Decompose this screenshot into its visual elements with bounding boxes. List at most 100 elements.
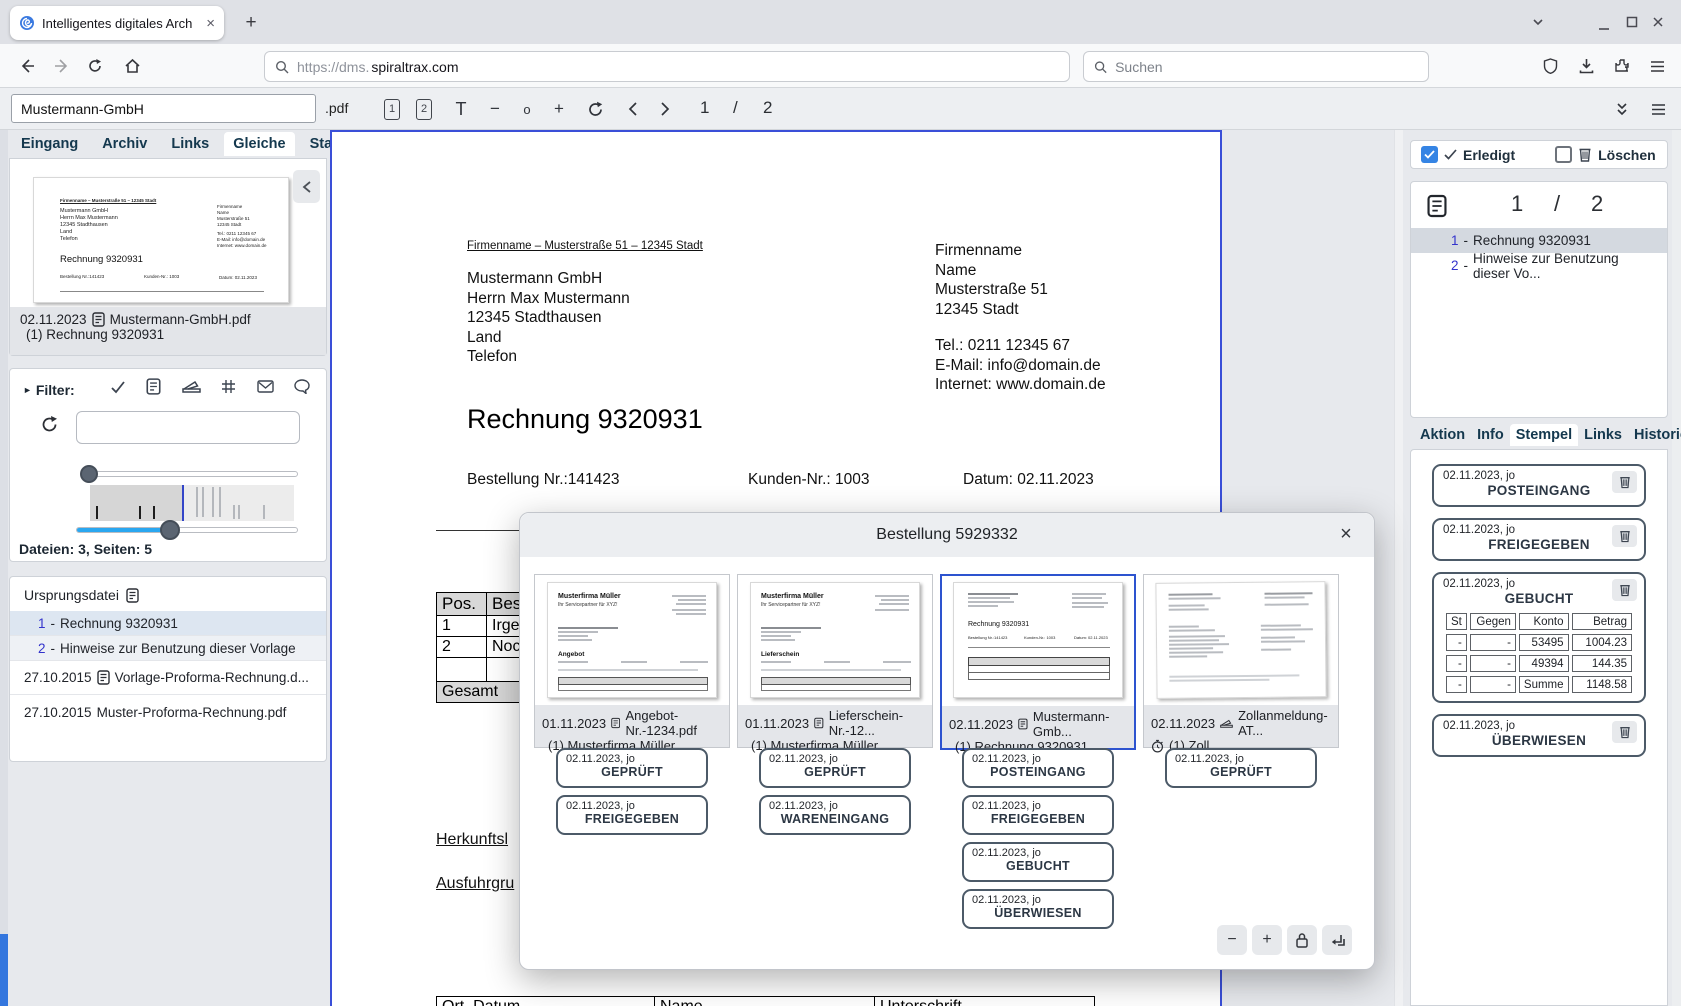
page-row-2[interactable]: 2 - Hinweise zur Benutzung dieser Vo... (1411, 253, 1667, 278)
stamp-geprueft[interactable]: 02.11.2023, jo GEPRÜFT (759, 748, 911, 788)
viewer-menu-icon[interactable] (1644, 95, 1672, 123)
menu-icon[interactable] (1644, 53, 1670, 79)
forward-button[interactable] (49, 53, 75, 79)
rotate-icon[interactable] (581, 95, 609, 123)
right-sidebar-tabs: Aktion Info Stempel Links Historie (1414, 424, 1666, 446)
filter-text-input[interactable] (76, 411, 300, 444)
home-button[interactable] (119, 53, 145, 79)
stamp-delete-button[interactable] (1612, 525, 1637, 547)
stamp-ueberwiesen[interactable]: 02.11.2023, jo ÜBERWIESEN (1432, 714, 1646, 757)
zoom-in-button[interactable]: + (545, 95, 573, 123)
zoom-slider-handle[interactable] (160, 520, 180, 540)
source-page-row-1[interactable]: 1 - Rechnung 9320931 (10, 611, 326, 636)
right-scrollbar[interactable] (1672, 130, 1681, 1006)
linked-doc-card-lieferschein[interactable]: Musterfirma Müller Ihr Servicepartner fü… (737, 574, 933, 748)
range-slider-handle[interactable] (80, 465, 98, 483)
check-icon[interactable] (110, 380, 126, 394)
stamp-delete-button[interactable] (1612, 471, 1637, 493)
next-page-icon[interactable] (651, 95, 679, 123)
stamp-delete-button[interactable] (1612, 579, 1637, 601)
thumb-date: Datum: 02.11.2023 (219, 275, 257, 280)
linked-doc-card-zoll[interactable]: 02.11.2023 Zollanmeldung-AT... (1) Zoll (1143, 574, 1339, 748)
stamp-ueberwiesen[interactable]: 02.11.2023, jo ÜBERWIESEN (962, 889, 1114, 929)
tab-links[interactable]: Links (162, 132, 218, 156)
lock-button[interactable] (1287, 925, 1317, 955)
stamp-freigegeben[interactable]: 02.11.2023, jo FREIGEGEBEN (556, 795, 708, 835)
delete-checkbox[interactable] (1555, 146, 1572, 163)
envelope-icon[interactable] (257, 380, 274, 393)
document-thumbnail[interactable]: Firmenname – Musterstraße 51 – 12345 Sta… (33, 177, 289, 303)
source-page-row-2[interactable]: 2 - Hinweise zur Benutzung dieser Vorlag… (10, 636, 326, 661)
comment-icon[interactable] (294, 379, 310, 394)
file-extension-label: .pdf (325, 100, 348, 116)
thumbnail-placeholder-lines (875, 595, 909, 613)
zoom-reset-button[interactable]: o (513, 95, 541, 123)
back-button[interactable] (14, 53, 40, 79)
tab-gleiche[interactable]: Gleiche (224, 132, 294, 156)
tab-links[interactable]: Links (1578, 424, 1628, 446)
stamp-gebucht[interactable]: 02.11.2023, jo GEBUCHT (962, 842, 1114, 882)
source-file-row-1[interactable]: 27.10.2015 Vorlage-Proforma-Rechnung.d..… (10, 661, 326, 695)
reload-button[interactable] (82, 53, 108, 79)
scanner-icon[interactable] (182, 379, 201, 394)
stamp-freigegeben[interactable]: 02.11.2023, jo FREIGEGEBEN (1432, 518, 1646, 561)
done-checkbox[interactable] (1421, 146, 1438, 163)
new-tab-button[interactable]: + (238, 10, 264, 36)
stamp-posteingang[interactable]: 02.11.2023, jo POSTEINGANG (1432, 464, 1646, 507)
single-page-view-button[interactable]: 1 (378, 95, 406, 123)
filter-expand-arrow[interactable]: ► (23, 385, 32, 395)
linked-doc-card-angebot[interactable]: Musterfirma Müller Ihr Servicepartner fü… (534, 574, 730, 748)
stamp-freigegeben[interactable]: 02.11.2023, jo FREIGEGEBEN (962, 795, 1114, 835)
download-icon[interactable] (1573, 53, 1599, 79)
prev-page-icon[interactable] (619, 95, 647, 123)
tab-info[interactable]: Info (1471, 424, 1510, 446)
range-slider-track[interactable] (86, 471, 298, 477)
stamp-geprueft[interactable]: 02.11.2023, jo GEPRÜFT (1165, 748, 1317, 788)
browser-nav-bar: https://dms.spiraltrax.com (0, 44, 1681, 88)
zoom-out-button[interactable]: − (481, 95, 509, 123)
left-scrollbar-thumb[interactable] (0, 934, 8, 1006)
shield-icon[interactable] (1537, 53, 1563, 79)
dialog-zoom-out-button[interactable]: − (1217, 925, 1247, 955)
linked-doc-card-rechnung[interactable]: Rechnung 9320931 Bestellung Nr.:141423 K… (940, 574, 1136, 750)
refresh-icon[interactable] (40, 415, 59, 434)
filename-input[interactable] (11, 94, 316, 123)
left-scrollbar-track[interactable] (0, 130, 8, 1006)
zoom-slider-track[interactable] (76, 527, 298, 533)
grid-icon[interactable] (221, 379, 236, 394)
collapse-panel-button[interactable] (293, 170, 320, 203)
search-bar[interactable] (1083, 51, 1429, 82)
collapse-toolbar-icon[interactable] (1608, 95, 1636, 123)
url-bar[interactable]: https://dms.spiraltrax.com (264, 51, 1070, 82)
browser-tab[interactable]: Intelligentes digitales Arch × (10, 6, 224, 40)
window-close-icon[interactable] (1652, 16, 1664, 28)
tab-eingang[interactable]: Eingang (12, 132, 87, 156)
list-all-tabs-icon[interactable] (1531, 15, 1545, 29)
stamp-wareneingang[interactable]: 02.11.2023, jo WARENEINGANG (759, 795, 911, 835)
window-minimize-icon[interactable] (1598, 20, 1610, 32)
two-page-view-button[interactable]: 2 (410, 95, 438, 123)
text-tool-button[interactable]: T (447, 95, 475, 123)
tab-historie[interactable]: Historie (1628, 424, 1681, 446)
document-icon[interactable] (146, 378, 161, 395)
card-label: 02.11.2023 Zollanmeldung-AT... (1) Zoll (1144, 705, 1338, 747)
tab-archiv[interactable]: Archiv (93, 132, 156, 156)
source-file-row-2[interactable]: 27.10.2015 Muster-Proforma-Rechnung.pdf (10, 695, 326, 729)
stamp-gebucht[interactable]: 02.11.2023, jo GEBUCHT St Gegen Konto Be… (1432, 572, 1646, 703)
dialog-zoom-in-button[interactable]: + (1252, 925, 1282, 955)
import-button[interactable] (1322, 925, 1352, 955)
stamp-posteingang[interactable]: 02.11.2023, jo POSTEINGANG (962, 748, 1114, 788)
page-row-1[interactable]: 1 - Rechnung 9320931 (1411, 228, 1667, 253)
dialog-close-icon[interactable]: × (1334, 523, 1358, 547)
viewer-scrollbar[interactable] (1394, 130, 1403, 1006)
tab-aktion[interactable]: Aktion (1414, 424, 1471, 446)
file-list-item[interactable]: 02.11.2023 Mustermann-GmbH.pdf (1) Rechn… (10, 307, 326, 355)
tab-close-icon[interactable]: × (206, 15, 215, 32)
tab-stempel[interactable]: Stempel (1510, 424, 1578, 446)
extensions-icon[interactable] (1609, 53, 1635, 79)
window-maximize-icon[interactable] (1626, 16, 1638, 28)
card-label: 02.11.2023 Mustermann-Gmb... (1) Rechnun… (942, 706, 1134, 748)
search-input[interactable] (1115, 59, 1418, 75)
stamp-delete-button[interactable] (1612, 721, 1637, 743)
stamp-geprueft[interactable]: 02.11.2023, jo GEPRÜFT (556, 748, 708, 788)
